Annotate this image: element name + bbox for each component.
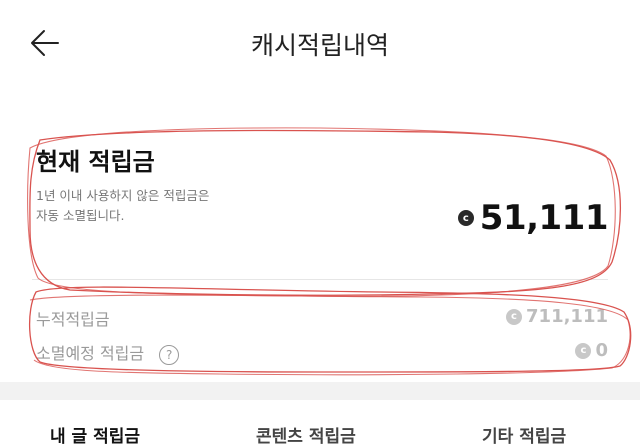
- accumulated-points-label: 누적적립금: [36, 310, 110, 329]
- expiring-points-value: 0: [595, 340, 608, 361]
- tab-others[interactable]: 기타 적립금: [482, 422, 566, 447]
- accumulated-points-amount: c 711,111: [506, 306, 608, 327]
- section-divider: [32, 279, 608, 280]
- points-tabs: 내 글 적립금 콘텐츠 적립금 기타 적립금: [0, 400, 640, 447]
- app-header: 캐시적립내역: [0, 0, 640, 92]
- coin-icon: c: [506, 308, 523, 325]
- page-title: 캐시적립내역: [250, 31, 389, 60]
- coin-icon: c: [457, 210, 474, 226]
- current-points-amount: c 51,111: [457, 198, 609, 238]
- current-points-title: 현재 적립금: [36, 148, 155, 176]
- tab-my-posts[interactable]: 내 글 적립금: [50, 422, 140, 447]
- tab-contents[interactable]: 콘텐츠 적립금: [256, 422, 356, 447]
- help-icon[interactable]: ?: [159, 344, 180, 365]
- current-points-value: 51,111: [479, 198, 609, 238]
- section-gap: [0, 382, 640, 400]
- expiring-points-label: 소멸예정 적립금: [36, 344, 145, 363]
- coin-icon: c: [575, 342, 592, 359]
- expiring-points-row: 소멸예정 적립금 ?: [36, 340, 180, 365]
- description-line-1: 1년 이내 사용하지 않은 적립금은: [36, 188, 210, 203]
- expiring-points-amount: c 0: [575, 340, 608, 361]
- description-line-2: 자동 소멸됩니다.: [36, 208, 125, 223]
- current-points-description: 1년 이내 사용하지 않은 적립금은 자동 소멸됩니다.: [36, 186, 296, 226]
- accumulated-points-value: 711,111: [526, 306, 608, 327]
